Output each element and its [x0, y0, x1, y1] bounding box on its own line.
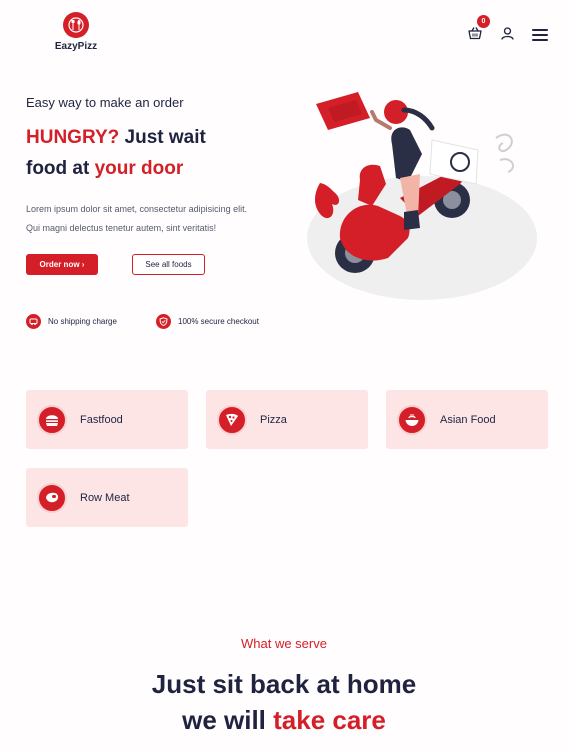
cart-button[interactable] [468, 26, 482, 40]
hamburger-icon[interactable] [532, 29, 548, 41]
hero-description-line: Qui magni delectus tenetur autem, sint v… [26, 223, 217, 233]
category-card-row-meat[interactable]: Row Meat [26, 468, 188, 527]
meat-icon [37, 482, 67, 513]
hero-kicker: Easy way to make an order [26, 95, 184, 110]
basket-icon [468, 27, 482, 40]
see-all-foods-button[interactable]: See all foods [132, 254, 205, 275]
order-now-button[interactable]: Order now › [26, 254, 98, 275]
pizza-icon [217, 404, 247, 435]
burger-icon [37, 404, 67, 435]
hero-title: HUNGRY? Just wait food at your door [26, 122, 206, 184]
brand-name: EazyPizz [54, 41, 98, 52]
feature-no-shipping: No shipping charge [26, 314, 117, 329]
hero-description-line: Lorem ipsum dolor sit amet, consectetur … [26, 204, 248, 214]
hero-title-highlight-2: your door [94, 158, 184, 179]
hero-title-text-2: food at [26, 158, 95, 179]
feature-secure-checkout: 100% secure checkout [156, 314, 259, 329]
bowl-icon [397, 404, 427, 435]
section-kicker: What we serve [241, 636, 327, 651]
category-card-fastfood[interactable]: Fastfood [26, 390, 188, 449]
category-label: Pizza [260, 413, 287, 426]
section-title-line: Just sit back at home [151, 669, 417, 699]
user-icon [501, 27, 514, 40]
cart-count-badge: 0 [477, 15, 490, 28]
section-title-highlight: take care [273, 705, 386, 735]
hero-description: Lorem ipsum dolor sit amet, consectetur … [26, 200, 286, 238]
section-title: Just sit back at home we will take care [0, 666, 568, 738]
logo[interactable]: EazyPizz [52, 12, 100, 52]
category-label: Row Meat [80, 491, 130, 504]
truck-icon [26, 314, 41, 329]
hero-title-highlight: HUNGRY? [26, 127, 120, 148]
category-label: Asian Food [440, 413, 496, 426]
category-label: Fastfood [80, 413, 123, 426]
feature-label: No shipping charge [48, 317, 117, 326]
user-button[interactable] [501, 27, 514, 40]
fork-spoon-icon [63, 12, 89, 38]
delivery-scooter-illustration [300, 88, 540, 308]
feature-label: 100% secure checkout [178, 317, 259, 326]
hero-title-text: Just wait [119, 127, 206, 148]
category-card-asian-food[interactable]: Asian Food [386, 390, 548, 449]
category-card-pizza[interactable]: Pizza [206, 390, 368, 449]
shield-icon [156, 314, 171, 329]
section-title-line-2: we will take care [0, 702, 568, 738]
section-title-text: we will [182, 705, 274, 735]
